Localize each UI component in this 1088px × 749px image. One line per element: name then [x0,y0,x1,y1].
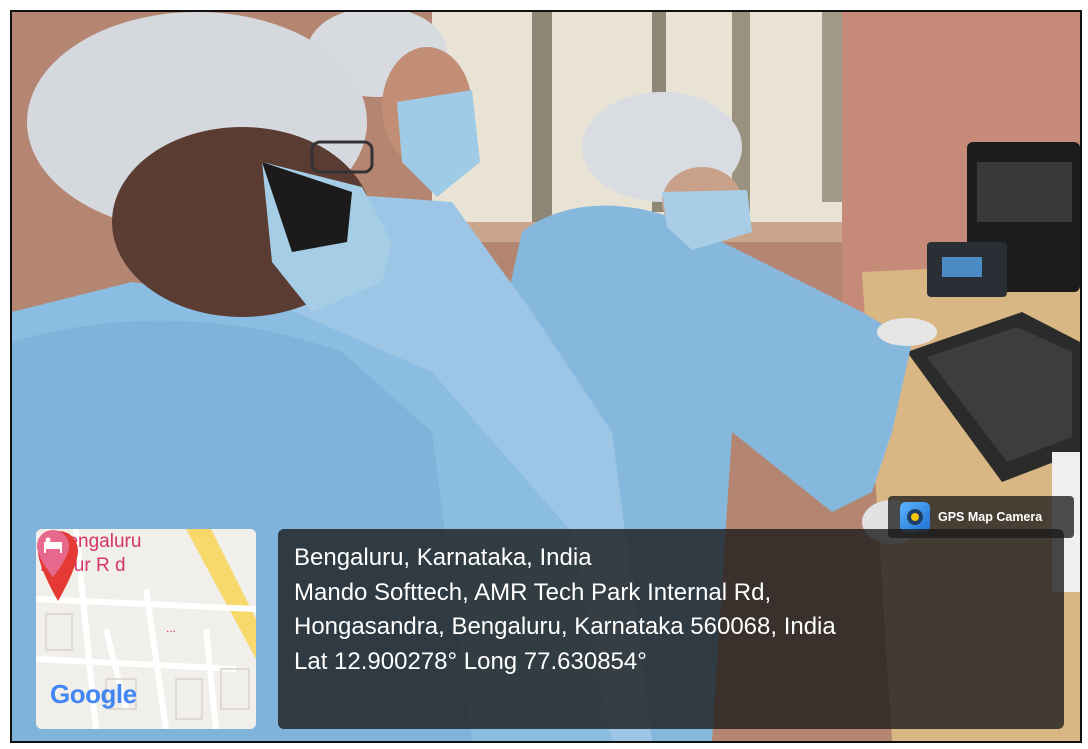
hotel-bed-icon [37,530,69,577]
gps-map-camera-icon [900,502,930,532]
address-panel: Bengaluru, Karnataka, India Mando Softte… [278,529,1064,729]
address-street: Mando Softtech, AMR Tech Park Internal R… [294,578,772,606]
google-logo: Google [50,679,137,710]
coordinates: Lat 12.900278° Long 77.630854° [294,647,647,675]
app-label: GPS Map Camera [938,510,1043,524]
address-city: Bengaluru, Karnataka, India [294,544,592,571]
map-label-line3: ... [166,621,177,635]
address-locality: Hongasandra, Bengaluru, Karnataka 560068… [294,613,836,640]
photo-frame: GPS Map Camera s Bengaluru Hosur R d ...… [0,0,1088,749]
google-logo-text: Google [50,679,137,709]
map-thumbnail: s Bengaluru Hosur R d ... Google [36,529,256,729]
